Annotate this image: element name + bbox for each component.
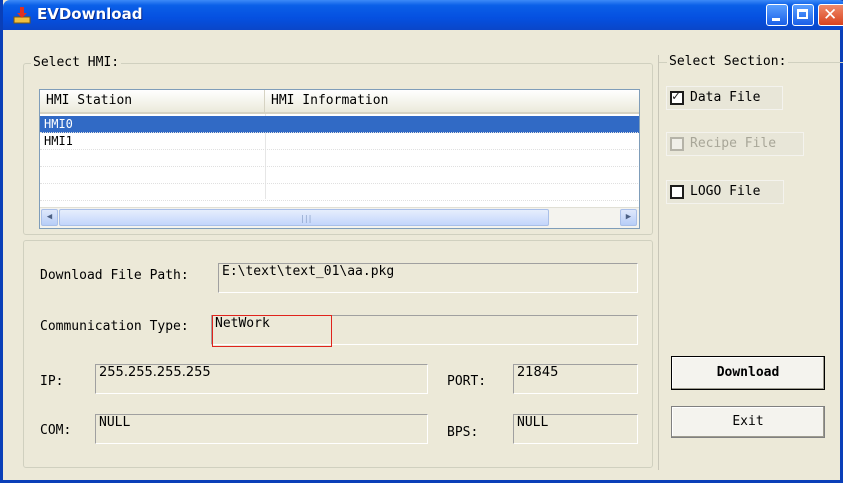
hmi-info-cell: [265, 116, 269, 133]
recipe-file-check-box: [670, 137, 684, 151]
minimize-icon[interactable]: [766, 4, 788, 26]
scrollbar-grip-icon: |||: [300, 214, 312, 223]
download-path-label: Download File Path:: [40, 268, 189, 283]
exit-button[interactable]: Exit: [671, 406, 825, 438]
data-file-checkbox[interactable]: ✓ Data File: [666, 86, 783, 110]
hmi-info-cell: [265, 133, 269, 150]
empty-row: [40, 150, 639, 167]
scroll-right-icon[interactable]: ▶: [620, 209, 637, 226]
download-app-icon: [13, 7, 31, 24]
hmi-list-header: HMI Station HMI Information: [40, 90, 639, 114]
title-bar[interactable]: EVDownload ✕: [3, 0, 843, 30]
hmi-station-cell: HMI1: [44, 134, 73, 148]
close-icon[interactable]: ✕: [818, 4, 843, 26]
highlight-box: [212, 315, 332, 347]
data-file-check-box[interactable]: ✓: [670, 89, 684, 105]
port-label: PORT:: [447, 374, 487, 389]
communication-type-label: Communication Type:: [40, 319, 189, 334]
logo-file-label: LOGO File: [690, 184, 761, 199]
com-field[interactable]: NULL: [95, 414, 428, 444]
table-row[interactable]: HMI0: [40, 116, 639, 133]
select-section-legend: Select Section:: [667, 54, 789, 69]
port-field[interactable]: 21845: [513, 364, 638, 394]
bps-field[interactable]: NULL: [513, 414, 638, 444]
recipe-file-checkbox: Recipe File: [666, 132, 804, 156]
scroll-left-icon[interactable]: ◀: [41, 209, 58, 226]
select-hmi-legend: Select HMI:: [31, 55, 122, 70]
bps-label: BPS:: [447, 425, 479, 440]
horizontal-scrollbar[interactable]: ◀ ||| ▶: [40, 207, 639, 228]
ip-label: IP:: [40, 374, 64, 389]
download-path-field[interactable]: E:\text\text_01\aa.pkg: [218, 263, 638, 293]
recipe-file-label: Recipe File: [690, 136, 777, 151]
empty-row: [40, 167, 639, 184]
maximize-icon[interactable]: [792, 4, 814, 26]
checkmark-icon: ✓: [672, 89, 680, 104]
window-title: EVDownload: [37, 5, 143, 23]
ip-field[interactable]: 255.255.255.255: [95, 364, 428, 394]
logo-file-check-box[interactable]: [670, 185, 684, 199]
scrollbar-thumb[interactable]: |||: [59, 209, 549, 226]
evdownload-window: EVDownload ✕ Select HMI: HMI Station HMI…: [0, 0, 843, 483]
column-hmi-information[interactable]: HMI Information: [265, 90, 639, 112]
hmi-list[interactable]: HMI Station HMI Information HMI0 HMI1 ◀ …: [39, 89, 640, 229]
download-button[interactable]: Download: [671, 356, 825, 390]
section-divider: [658, 55, 659, 470]
com-label: COM:: [40, 423, 72, 438]
hmi-station-cell: HMI0: [44, 117, 73, 131]
empty-row: [40, 184, 639, 201]
data-file-label: Data File: [690, 90, 761, 105]
column-hmi-station[interactable]: HMI Station: [40, 90, 265, 112]
table-row[interactable]: HMI1: [40, 133, 639, 150]
logo-file-checkbox[interactable]: LOGO File: [666, 180, 784, 204]
